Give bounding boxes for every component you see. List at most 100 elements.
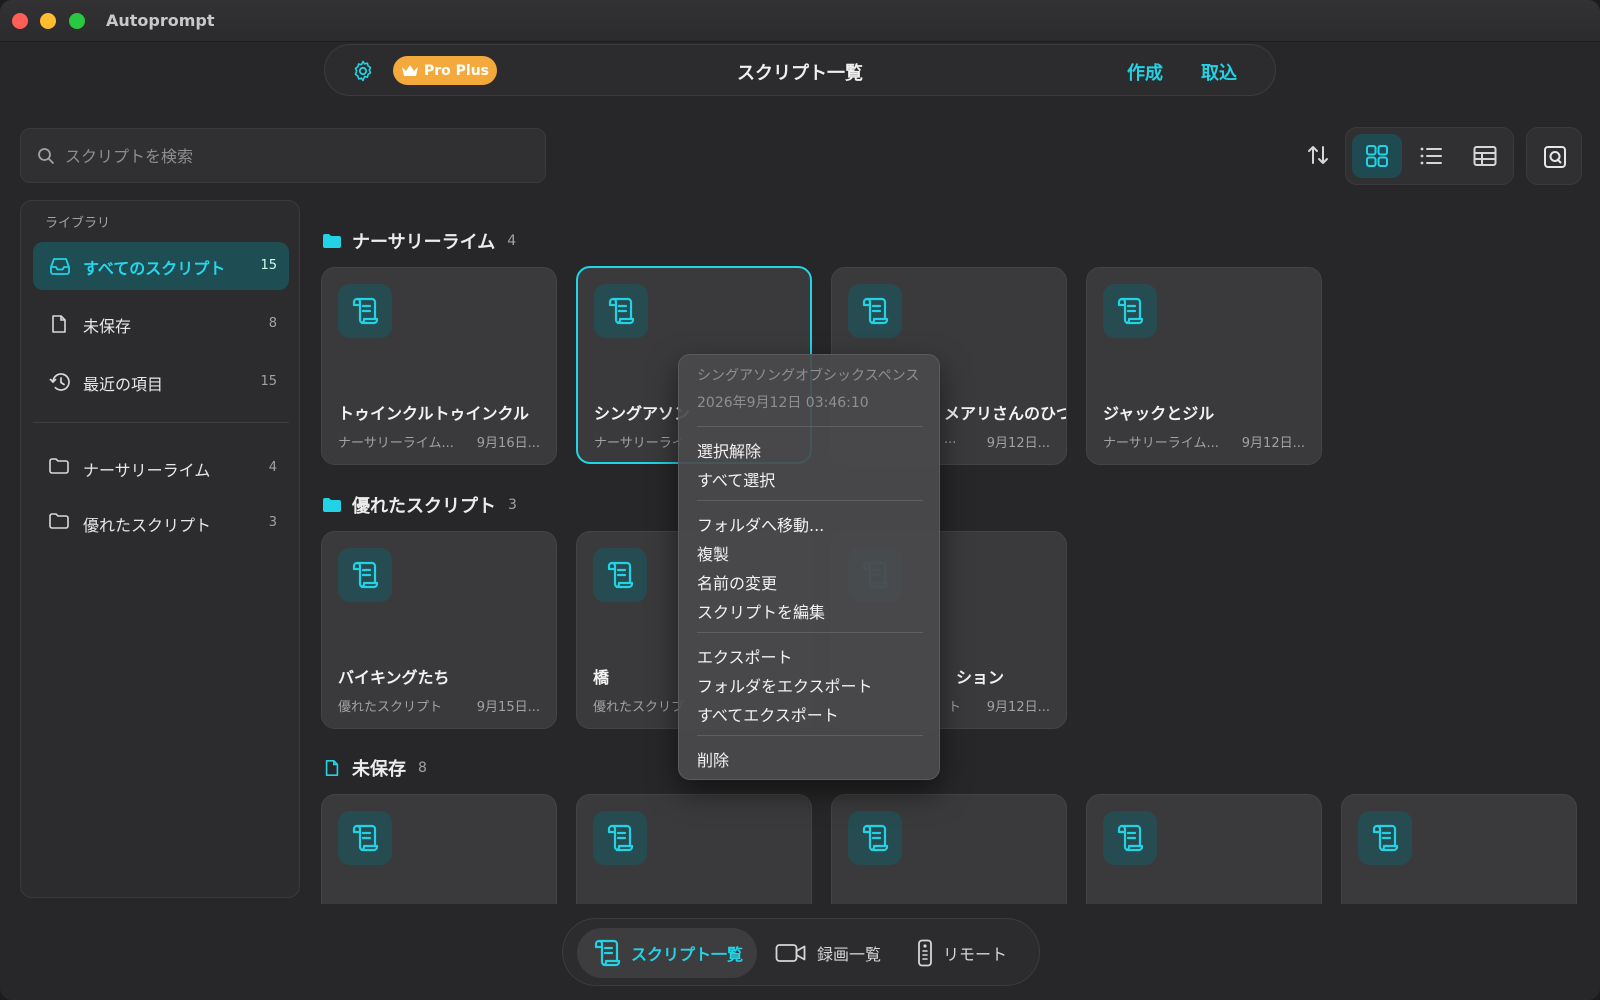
menu-separator: [697, 735, 923, 736]
sidebar: ライブラリ すべてのスクリプト 15 未保存 8 最近の項目 15 ナーサリーラ…: [20, 200, 300, 898]
card-date: 9月12日...: [1241, 436, 1305, 451]
card-icon-tile: [848, 284, 902, 338]
sidebar-item-count: 4: [268, 460, 277, 475]
card-icon-tile: [594, 284, 648, 338]
library-heading: ライブラリ: [45, 216, 111, 231]
card-icon-tile: [338, 548, 392, 602]
menu-item-edit-script[interactable]: スクリプトを編集: [697, 599, 825, 623]
menu-item-duplicate[interactable]: 複製: [697, 541, 729, 565]
script-card[interactable]: [1086, 794, 1322, 904]
card-date: 9月16日...: [476, 436, 540, 451]
folder-icon: [49, 458, 69, 474]
card-icon-tile: [593, 548, 647, 602]
script-card[interactable]: [831, 794, 1067, 904]
search-input[interactable]: [65, 139, 525, 173]
menu-item-export[interactable]: エクスポート: [697, 644, 793, 668]
menu-item-export-folder[interactable]: フォルダをエクスポート: [697, 673, 873, 697]
card-title: シングアソン: [594, 404, 691, 423]
sidebar-item-unsaved[interactable]: 未保存 8: [33, 300, 289, 348]
sidebar-item-label: 未保存: [83, 317, 132, 336]
grid-view-button[interactable]: [1352, 134, 1402, 178]
sort-icon[interactable]: [1305, 142, 1331, 168]
sidebar-item-label: すべてのスクリプト: [83, 259, 226, 278]
tab-recordings[interactable]: 録画一覧: [775, 928, 895, 978]
prompter-preview-button[interactable]: [1526, 127, 1582, 185]
card-icon-tile: [1103, 811, 1157, 865]
script-card[interactable]: [576, 794, 812, 904]
tab-label: リモート: [943, 945, 1008, 964]
script-scroll-icon: [1371, 823, 1399, 853]
tab-label: 録画一覧: [817, 945, 882, 964]
menu-item-rename[interactable]: 名前の変更: [697, 570, 777, 594]
context-menu: シングアソングオブシックスペンス 2026年9月12日 03:46:10 選択解…: [678, 354, 940, 780]
script-scroll-icon: [607, 296, 635, 326]
script-card[interactable]: ジャックとジル ナーサリーライム... 9月12日...: [1086, 267, 1322, 465]
card-folder: 優れたスクリプ: [593, 700, 685, 715]
pro-plus-badge[interactable]: Pro Plus: [393, 56, 497, 85]
bottom-navigation: スクリプト一覧 録画一覧 リモート: [562, 918, 1040, 986]
document-icon: [325, 759, 339, 777]
list-icon: [1420, 147, 1442, 165]
gear-icon[interactable]: [351, 59, 375, 83]
menu-item-move-to-folder[interactable]: フォルダへ移動...: [697, 512, 824, 536]
card-date: 9月15日...: [476, 700, 540, 715]
section-header-nursery-rhymes[interactable]: ナーサリーライム 4: [322, 228, 516, 254]
menu-separator: [697, 426, 923, 427]
sidebar-item-all-scripts[interactable]: すべてのスクリプト 15: [33, 242, 289, 290]
folder-filled-icon: [323, 498, 341, 512]
tab-label: スクリプト一覧: [631, 945, 744, 964]
card-date: 9月12日...: [986, 436, 1050, 451]
create-button[interactable]: 作成: [1127, 59, 1163, 85]
section-header-unsaved[interactable]: 未保存 8: [322, 755, 427, 781]
context-menu-script-date: 2026年9月12日 03:46:10: [697, 395, 869, 411]
prompter-icon: [1544, 146, 1566, 168]
card-folder: ナーサリーライ: [594, 436, 685, 451]
sidebar-item-count: 3: [268, 515, 277, 530]
zoom-window-button[interactable]: [69, 13, 85, 29]
card-title: ション: [956, 668, 1005, 687]
sidebar-divider: [33, 422, 289, 423]
menu-item-select-all[interactable]: すべて選択: [697, 467, 775, 491]
section-count: 8: [418, 760, 427, 776]
menu-item-deselect[interactable]: 選択解除: [697, 438, 761, 462]
sidebar-item-recent[interactable]: 最近の項目 15: [33, 358, 289, 406]
sidebar-folder-great-scripts[interactable]: 優れたスクリプト 3: [33, 499, 289, 547]
close-window-button[interactable]: [12, 13, 28, 29]
script-scroll-icon: [861, 296, 889, 326]
card-folder: ナーサリーライム...: [338, 436, 454, 451]
card-icon-tile: [338, 284, 392, 338]
script-scroll-icon: [1116, 823, 1144, 853]
minimize-window-button[interactable]: [40, 13, 56, 29]
card-title: トゥインクルトゥインクル: [338, 404, 530, 423]
script-card[interactable]: トゥインクルトゥインクル ナーサリーライム... 9月16日...: [321, 267, 557, 465]
card-icon-tile: [848, 811, 902, 865]
top-toolbar: Pro Plus スクリプト一覧 作成 取込: [324, 44, 1276, 96]
menu-item-delete[interactable]: 削除: [697, 747, 729, 771]
table-view-button[interactable]: [1460, 134, 1510, 178]
script-card[interactable]: バイキングたち 優れたスクリプト 9月15日...: [321, 531, 557, 729]
section-header-great-scripts[interactable]: 優れたスクリプト 3: [322, 492, 517, 518]
document-icon: [52, 315, 66, 333]
script-scroll-icon: [1116, 296, 1144, 326]
section-count: 4: [507, 233, 517, 249]
script-scroll-icon: [351, 296, 379, 326]
script-scroll-icon: [351, 560, 379, 590]
tab-remote[interactable]: リモート: [917, 928, 1027, 978]
script-card[interactable]: [1341, 794, 1577, 904]
tray-icon: [50, 258, 70, 275]
card-folder: ...: [944, 432, 957, 447]
script-card[interactable]: [321, 794, 557, 904]
sidebar-folder-nursery-rhymes[interactable]: ナーサリーライム 4: [33, 444, 289, 492]
sidebar-item-label: 最近の項目: [83, 375, 164, 394]
sidebar-item-label: ナーサリーライム: [83, 461, 211, 480]
menu-item-export-all[interactable]: すべてエクスポート: [697, 702, 839, 726]
tab-scripts[interactable]: スクリプト一覧: [577, 928, 757, 978]
script-scroll-icon: [593, 938, 621, 968]
clock-history-icon: [49, 373, 70, 391]
import-button[interactable]: 取込: [1201, 59, 1237, 85]
sidebar-item-count: 15: [260, 258, 277, 273]
list-view-button[interactable]: [1406, 134, 1456, 178]
folder-filled-icon: [323, 234, 341, 248]
card-date: 9月12日...: [986, 700, 1050, 715]
crown-icon: [401, 64, 418, 76]
